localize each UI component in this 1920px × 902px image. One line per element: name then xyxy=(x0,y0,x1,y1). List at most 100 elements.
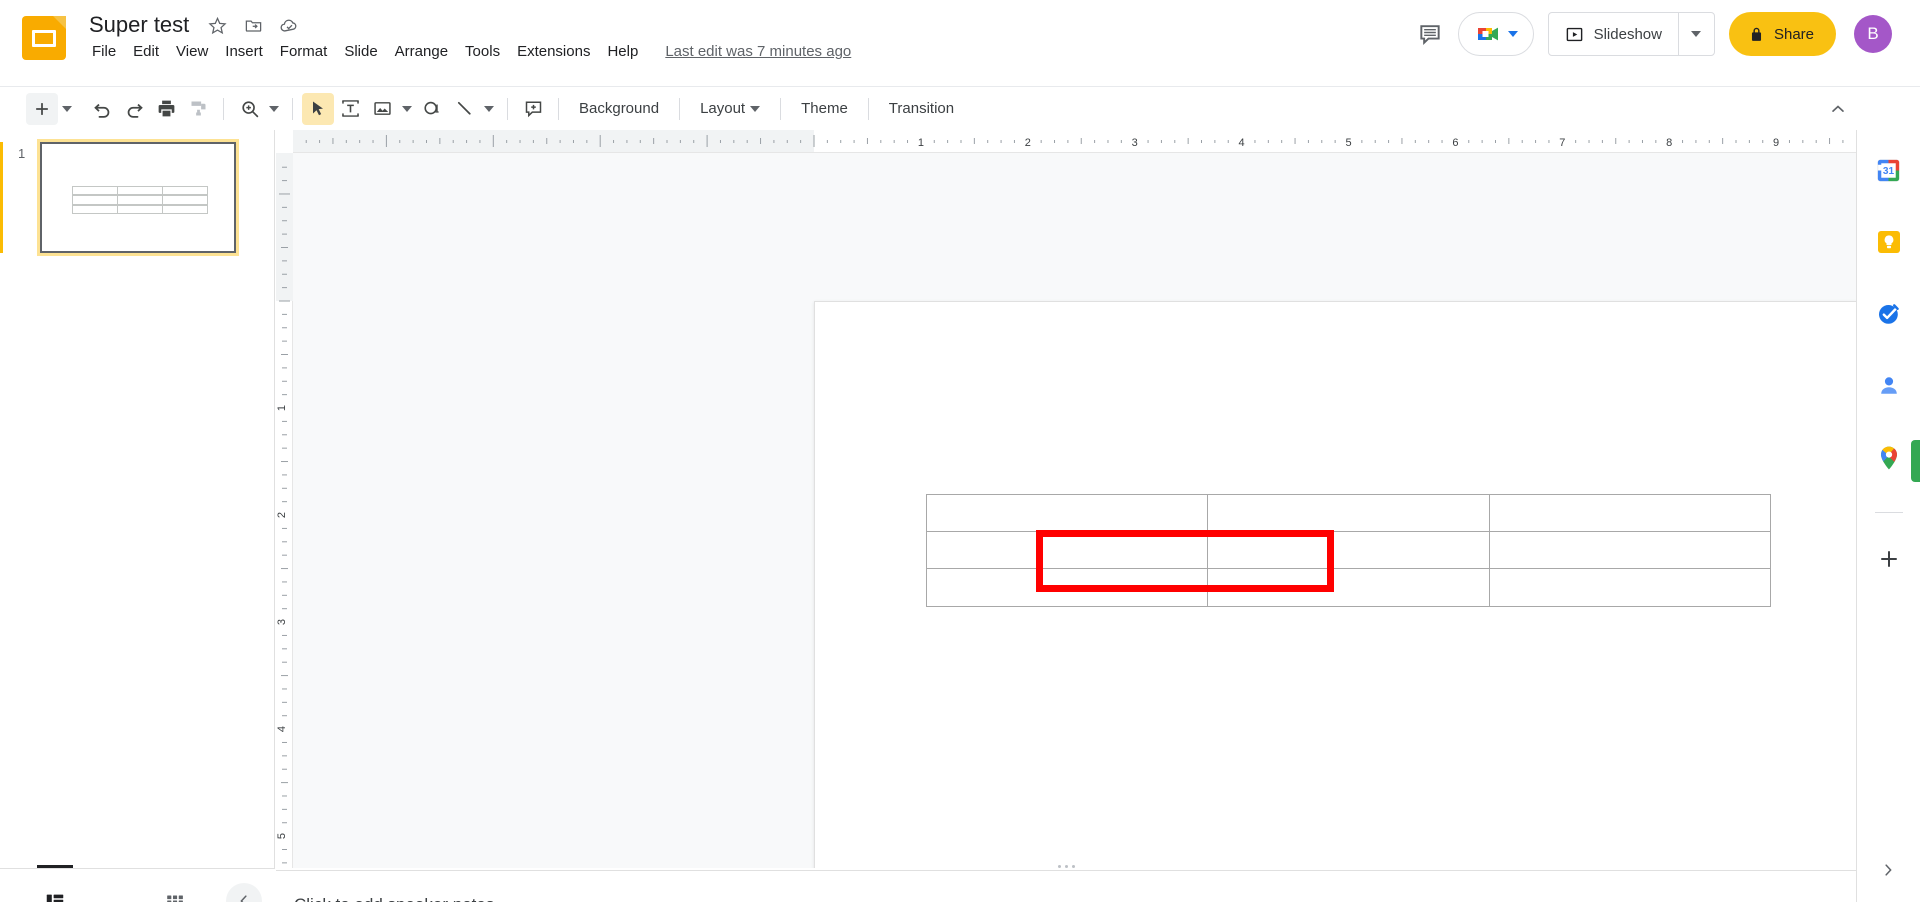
layout-label: Layout xyxy=(700,100,746,117)
speaker-notes-placeholder[interactable]: Click to add speaker notes xyxy=(294,895,494,902)
toolbar-divider xyxy=(780,97,782,120)
line-button[interactable] xyxy=(448,93,480,125)
toolbar-divider xyxy=(679,97,681,120)
collapse-toolbar-button[interactable] xyxy=(1822,93,1854,125)
move-to-folder-icon[interactable] xyxy=(240,12,266,38)
table-cell[interactable] xyxy=(1489,569,1771,608)
menu-item-extensions[interactable]: Extensions xyxy=(509,40,598,64)
chevron-down-icon xyxy=(269,105,279,112)
google-tasks-icon[interactable] xyxy=(1869,294,1909,334)
google-meet-icon[interactable] xyxy=(1457,12,1534,56)
svg-text:8: 8 xyxy=(1666,137,1672,149)
share-button[interactable]: Share xyxy=(1728,12,1836,56)
table-cell[interactable] xyxy=(1208,494,1490,532)
table-cell[interactable] xyxy=(926,494,1209,532)
menu-item-slide[interactable]: Slide xyxy=(336,40,385,64)
side-panel-divider xyxy=(1874,512,1903,513)
table-cell[interactable] xyxy=(1208,569,1490,608)
image-caret[interactable] xyxy=(398,93,416,125)
redo-icon xyxy=(127,103,143,118)
last-edit-status[interactable]: Last edit was 7 minutes ago xyxy=(665,42,851,62)
text-box-button[interactable] xyxy=(334,93,366,125)
google-maps-icon[interactable] xyxy=(1869,438,1909,478)
chevron-down-icon xyxy=(484,105,494,112)
background-button[interactable]: Background xyxy=(568,94,670,123)
undo-button[interactable] xyxy=(86,93,118,125)
table-cell-selected[interactable] xyxy=(1208,531,1490,570)
zoom-button[interactable] xyxy=(233,93,265,125)
slide-thumbnail[interactable] xyxy=(40,142,236,253)
expand-side-panel-button[interactable] xyxy=(1870,852,1906,888)
svg-text:31: 31 xyxy=(1883,165,1895,176)
text-box-icon xyxy=(341,100,359,117)
shape-button[interactable] xyxy=(416,93,448,125)
table-cell[interactable] xyxy=(1489,531,1771,570)
cloud-saved-icon[interactable] xyxy=(276,12,302,38)
grid-view-button[interactable] xyxy=(148,879,202,902)
slide-table[interactable] xyxy=(926,494,1771,608)
line-caret[interactable] xyxy=(480,93,498,125)
vertical-ruler[interactable]: 1 2 3 4 5 xyxy=(276,153,293,868)
toolbar: Background Layout Theme Transition xyxy=(0,86,1920,130)
add-comment-button[interactable] xyxy=(517,93,549,125)
print-button[interactable] xyxy=(150,93,182,125)
menu-item-view[interactable]: View xyxy=(168,40,216,64)
menu-item-tools[interactable]: Tools xyxy=(457,40,508,64)
menu-item-edit[interactable]: Edit xyxy=(125,40,167,64)
collapse-filmstrip-button[interactable] xyxy=(226,882,262,902)
paint-format-button[interactable] xyxy=(182,93,214,125)
star-icon[interactable] xyxy=(204,12,230,38)
menu-item-file[interactable]: File xyxy=(84,40,124,64)
slideshow-options-caret[interactable] xyxy=(1677,13,1714,55)
selected-slide-indicator xyxy=(0,142,3,253)
layout-button[interactable]: Layout xyxy=(689,94,771,123)
app-header: Super test File Edit View Insert Format … xyxy=(0,0,1920,86)
plus-icon xyxy=(36,102,48,115)
new-slide-button[interactable] xyxy=(26,92,58,125)
google-calendar-icon[interactable]: 31 xyxy=(1869,150,1909,190)
select-tool-button[interactable] xyxy=(302,92,334,125)
google-contacts-icon[interactable] xyxy=(1869,366,1909,406)
google-apps-side-panel: 31 xyxy=(1856,130,1920,902)
paint-format-icon xyxy=(191,101,205,116)
share-label: Share xyxy=(1773,25,1814,43)
menu-item-arrange[interactable]: Arrange xyxy=(387,40,456,64)
chevron-down-icon xyxy=(1691,31,1702,37)
menu-item-format[interactable]: Format xyxy=(272,40,336,64)
avatar[interactable]: B xyxy=(1854,15,1892,53)
title-row: Super test xyxy=(84,8,302,42)
document-title[interactable]: Super test xyxy=(84,7,194,43)
table-cell[interactable] xyxy=(926,531,1209,570)
slide-canvas-area[interactable] xyxy=(293,153,1856,868)
horizontal-ruler[interactable]: 1 2 3 4 5 6 7 8 9 xyxy=(293,130,1856,153)
svg-text:1: 1 xyxy=(276,405,288,411)
svg-text:7: 7 xyxy=(1559,137,1565,149)
slide-canvas[interactable] xyxy=(814,301,1856,868)
transition-button[interactable]: Transition xyxy=(878,94,965,123)
line-icon xyxy=(457,101,471,115)
google-keep-icon[interactable] xyxy=(1869,222,1909,262)
zoom-caret[interactable] xyxy=(265,93,283,125)
slides-logo-icon[interactable] xyxy=(22,16,66,60)
table-cell[interactable] xyxy=(1489,494,1771,532)
header-actions: Slideshow Share B xyxy=(1408,8,1892,60)
slideshow-button[interactable]: Slideshow xyxy=(1549,13,1678,55)
table-row xyxy=(926,531,1771,570)
comment-history-icon[interactable] xyxy=(1408,12,1452,56)
menu-item-help[interactable]: Help xyxy=(599,40,646,64)
image-button[interactable] xyxy=(366,93,398,125)
menu-item-insert[interactable]: Insert xyxy=(217,40,271,64)
speaker-notes-pane[interactable]: Click to add speaker notes xyxy=(276,870,1856,902)
filmstrip-item[interactable]: 1 xyxy=(0,130,274,253)
table-cell[interactable] xyxy=(926,569,1209,608)
svg-text:5: 5 xyxy=(1345,137,1351,149)
theme-button[interactable]: Theme xyxy=(790,94,859,123)
editor-area: 1 2 3 4 5 6 7 8 9 1 2 3 4 5 xyxy=(276,130,1856,868)
get-addons-button[interactable] xyxy=(1869,539,1909,579)
filmstrip-view-button[interactable] xyxy=(28,864,82,902)
side-panel-green-tab[interactable] xyxy=(1911,440,1920,482)
redo-button[interactable] xyxy=(118,93,150,125)
slide-filmstrip[interactable]: 1 xyxy=(0,130,275,868)
new-slide-caret[interactable] xyxy=(58,93,76,125)
print-icon xyxy=(158,100,174,117)
